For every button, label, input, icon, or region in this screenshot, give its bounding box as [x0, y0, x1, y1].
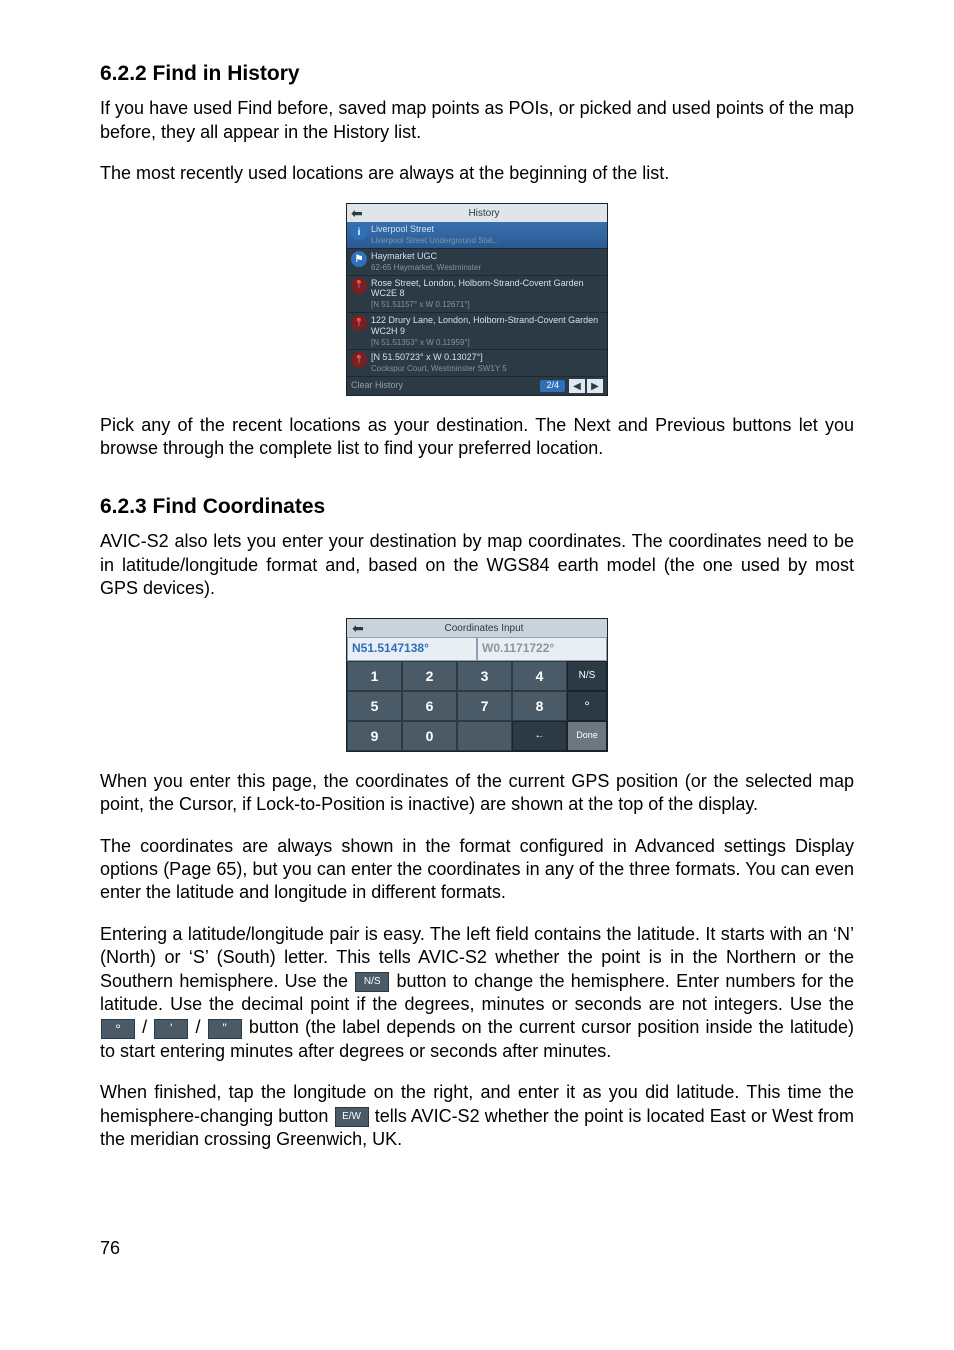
- history-row-main: [N 51.50723° x W 0.13027°]: [371, 352, 483, 362]
- key-7: 7: [457, 691, 512, 721]
- key-4: 4: [512, 661, 567, 691]
- key-8: 8: [512, 691, 567, 721]
- history-row: 📍 [N 51.50723° x W 0.13027°] Cockspur Co…: [347, 350, 607, 377]
- coord-fields: N51.5147138° W0.1171722°: [347, 637, 607, 661]
- section-623-p5: When finished, tap the longitude on the …: [100, 1081, 854, 1151]
- coordinates-device-screenshot: ⬅ Coordinates Input N51.5147138° W0.1171…: [346, 618, 608, 752]
- section-622-p2: The most recently used locations are alw…: [100, 162, 854, 185]
- history-row-main: Haymarket UGC: [371, 251, 437, 261]
- sec-key-icon: ": [208, 1019, 242, 1039]
- history-header: ⬅ History: [347, 204, 607, 222]
- history-row-main: 122 Drury Lane, London, Holborn-Strand-C…: [371, 315, 598, 336]
- pin-icon: 📍: [351, 278, 367, 294]
- history-row: 📍 Rose Street, London, Holborn-Strand-Co…: [347, 276, 607, 313]
- history-row: 📍 122 Drury Lane, London, Holborn-Strand…: [347, 313, 607, 350]
- back-arrow-icon: ⬅: [351, 621, 365, 635]
- key-2: 2: [402, 661, 457, 691]
- key-6: 6: [402, 691, 457, 721]
- history-footer: Clear History 2/4 ◀ ▶: [347, 377, 607, 395]
- back-arrow-icon: ⬅: [351, 206, 365, 220]
- history-row-sub: [N 51.51353° x W 0.11959°]: [371, 338, 470, 347]
- coord-title: Coordinates Input: [365, 622, 603, 635]
- history-title: History: [365, 207, 603, 220]
- section-622-p1: If you have used Find before, saved map …: [100, 97, 854, 144]
- flag-icon: ⚑: [351, 251, 367, 267]
- key-blank: [457, 721, 512, 751]
- key-3: 3: [457, 661, 512, 691]
- coord-header: ⬅ Coordinates Input: [347, 619, 607, 637]
- history-row: i Liverpool Street Liverpool Street Unde…: [347, 222, 607, 249]
- pin-icon: 📍: [351, 315, 367, 331]
- history-row-sub: Liverpool Street Underground Stat...: [371, 236, 499, 245]
- coord-keypad: 1 2 3 4 N/S 5 6 7 8 ° 9 0 ← Done: [347, 661, 607, 751]
- history-row: ⚑ Haymarket UGC 62-65 Haymarket, Westmin…: [347, 249, 607, 276]
- key-deg: °: [567, 691, 607, 721]
- page-number: 76: [100, 1237, 120, 1260]
- section-622-p3: Pick any of the recent locations as your…: [100, 414, 854, 461]
- next-icon: ▶: [587, 379, 603, 393]
- history-page-badge: 2/4: [540, 380, 565, 392]
- key-1: 1: [347, 661, 402, 691]
- history-row-sub: [N 51.51157° x W 0.12671°]: [371, 300, 470, 309]
- section-623-p1: AVIC-S2 also lets you enter your destina…: [100, 530, 854, 600]
- info-icon: i: [351, 224, 367, 240]
- key-0: 0: [402, 721, 457, 751]
- section-623-p2: When you enter this page, the coordinate…: [100, 770, 854, 817]
- key-ns: N/S: [567, 661, 607, 691]
- key-9: 9: [347, 721, 402, 751]
- section-623-p3: The coordinates are always shown in the …: [100, 835, 854, 905]
- section-622-heading: 6.2.2 Find in History: [100, 60, 854, 87]
- key-back: ←: [512, 721, 567, 751]
- ns-key-icon: N/S: [355, 972, 389, 992]
- coord-lat-field: N51.5147138°: [347, 637, 477, 661]
- history-row-sub: 62-65 Haymarket, Westminster: [371, 263, 481, 272]
- coord-lon-field: W0.1171722°: [477, 637, 607, 661]
- clear-history-label: Clear History: [351, 380, 403, 392]
- history-row-main: Rose Street, London, Holborn-Strand-Cove…: [371, 278, 584, 299]
- section-623-heading: 6.2.3 Find Coordinates: [100, 493, 854, 520]
- section-623-p4: Entering a latitude/longitude pair is ea…: [100, 923, 854, 1063]
- pin-icon: 📍: [351, 352, 367, 368]
- deg-key-icon: °: [101, 1019, 135, 1039]
- history-device-screenshot: ⬅ History i Liverpool Street Liverpool S…: [346, 203, 608, 396]
- prev-icon: ◀: [569, 379, 585, 393]
- ew-key-icon: E/W: [335, 1107, 369, 1127]
- key-5: 5: [347, 691, 402, 721]
- min-key-icon: ': [154, 1019, 188, 1039]
- history-row-sub: Cockspur Court, Westminster SW1Y 5: [371, 364, 507, 373]
- key-done: Done: [567, 721, 607, 751]
- history-row-main: Liverpool Street: [371, 224, 434, 234]
